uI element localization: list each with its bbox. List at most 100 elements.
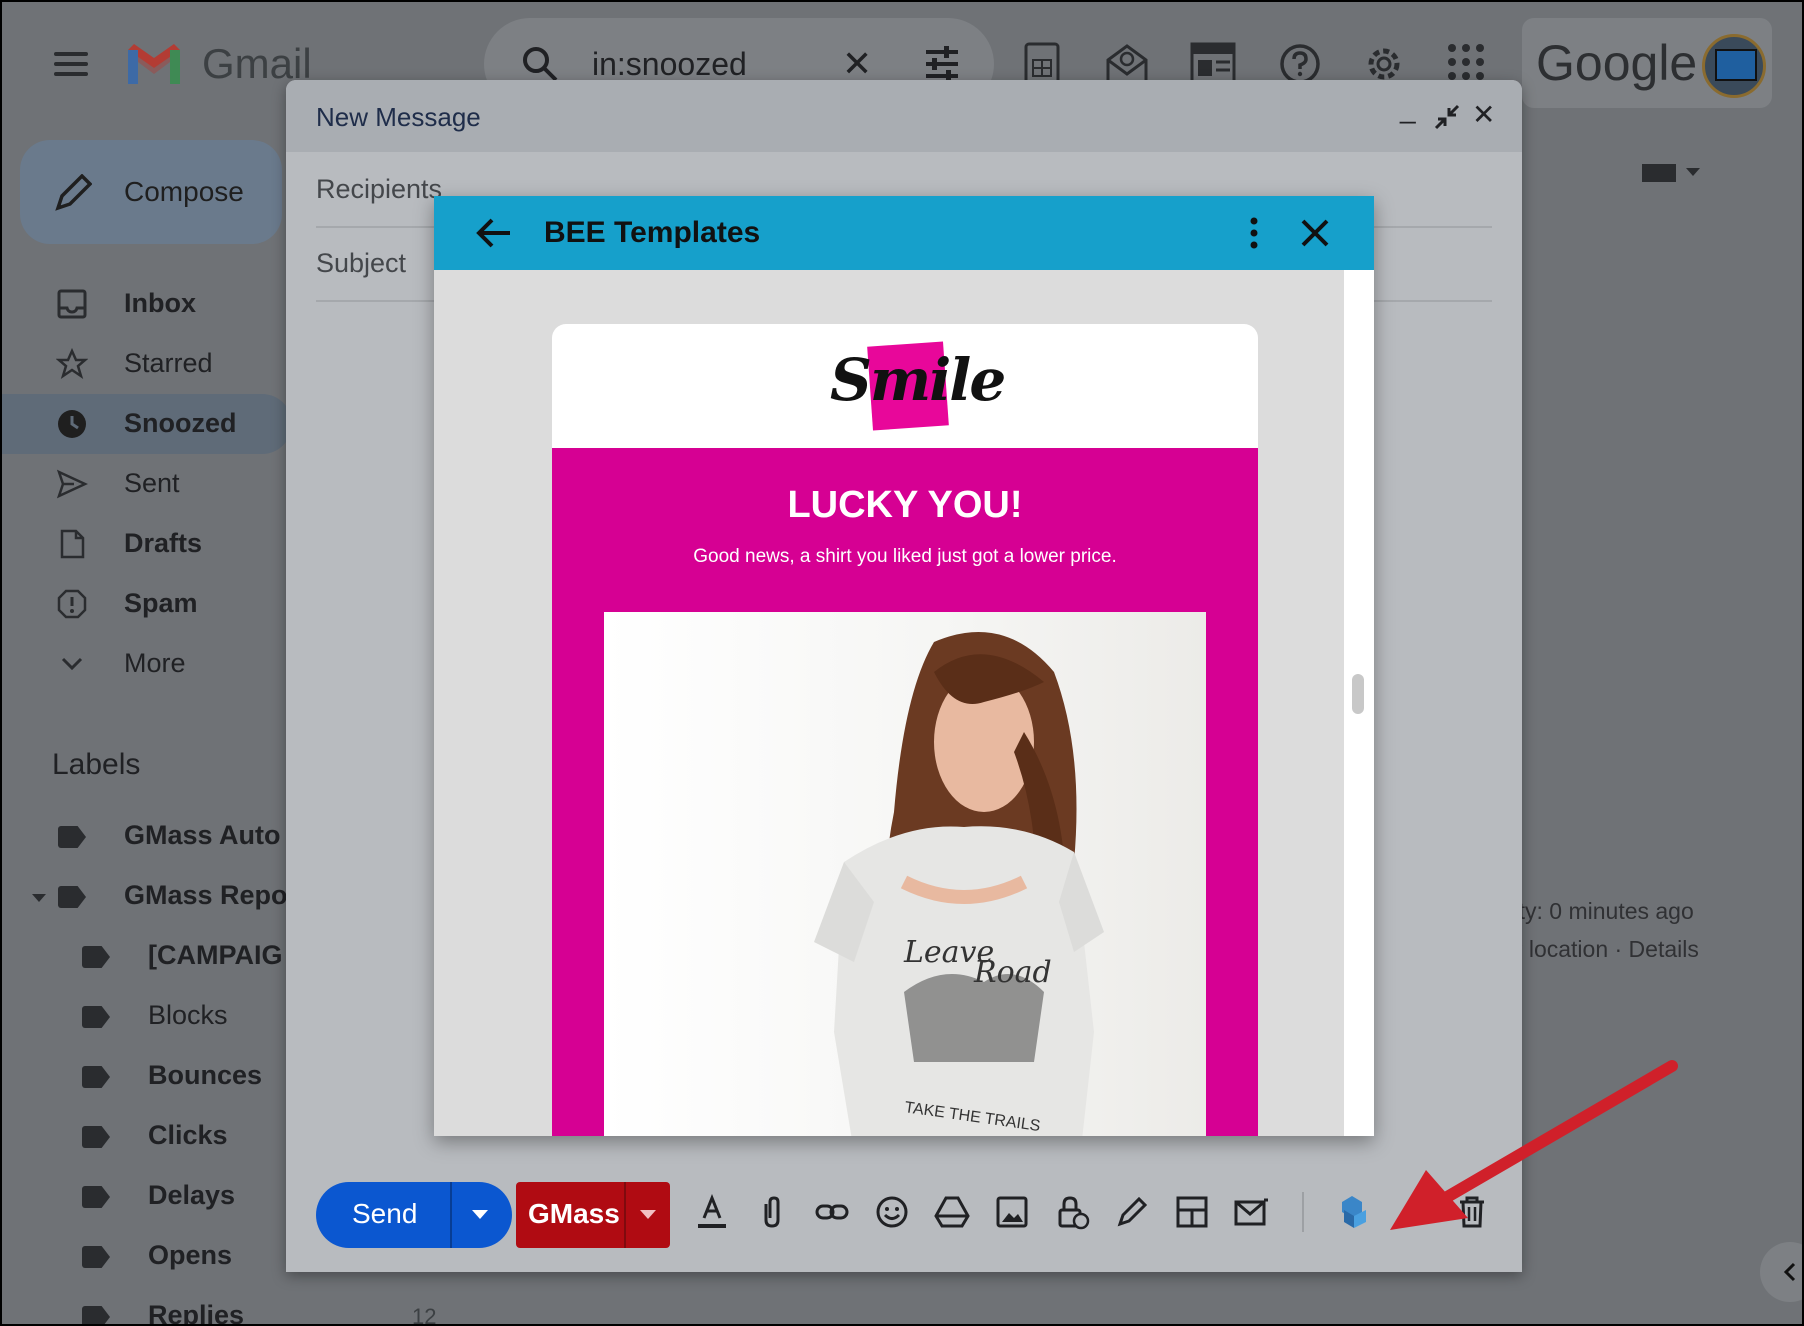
drive-icon[interactable] — [934, 1194, 970, 1230]
woman-tshirt-illustration: Leave Road TAKE THE TRAILS — [814, 632, 1104, 1136]
sidebar-item-inbox[interactable]: Inbox — [2, 274, 292, 334]
label-item[interactable]: [CAMPAIG — [2, 934, 292, 984]
label-item[interactable]: GMass Repo — [2, 874, 292, 924]
clear-search-icon[interactable]: ✕ — [842, 46, 872, 82]
label-item[interactable]: GMass Auto — [2, 814, 292, 864]
send-label: Send — [352, 1198, 418, 1229]
file-icon — [60, 529, 85, 559]
annotation-arrow-icon — [1390, 1060, 1678, 1230]
main-menu-icon[interactable] — [54, 52, 88, 76]
gmass-divider — [624, 1182, 626, 1248]
bee-templates-icon[interactable] — [1334, 1194, 1370, 1230]
svg-text:Road: Road — [973, 955, 1052, 990]
minimize-icon[interactable]: _ — [1400, 94, 1416, 124]
promo-section: LUCKY YOU! Good news, a shirt you liked … — [552, 448, 1258, 1136]
google-wordmark: Google — [1536, 35, 1698, 91]
sidebar-item-sent[interactable]: Sent — [2, 454, 292, 514]
label-item[interactable]: Clicks — [2, 1114, 292, 1164]
exit-fullscreen-icon[interactable] — [1434, 104, 1460, 130]
label-text: Bounces — [148, 1060, 263, 1090]
gmass-label: GMass — [528, 1198, 620, 1229]
replies-count: 12 — [412, 1304, 437, 1326]
label-icon — [58, 886, 86, 908]
scrollbar[interactable] — [1344, 270, 1374, 1136]
label-item[interactable]: Bounces — [2, 1054, 292, 1104]
keyboard-icon[interactable] — [1642, 160, 1702, 184]
email-template-card[interactable]: Smile LUCKY YOU! Good news, a shirt you … — [552, 324, 1258, 1136]
label-text: [CAMPAIG — [148, 940, 283, 970]
layout-icon[interactable] — [1174, 1194, 1210, 1230]
label-text: Delays — [148, 1180, 236, 1210]
bee-title: BEE Templates — [544, 216, 761, 249]
labels-heading: Labels — [52, 748, 141, 781]
label-item[interactable]: Opens — [2, 1234, 292, 1284]
promo-headline: LUCKY YOU! — [787, 484, 1023, 526]
chevron-down-icon — [61, 657, 83, 671]
label-item[interactable]: Blocks — [2, 994, 292, 1044]
formatting-icon[interactable] — [694, 1194, 730, 1230]
template-mail-icon[interactable] — [1234, 1194, 1270, 1230]
label-item[interactable]: Delays — [2, 1174, 292, 1224]
search-input[interactable]: in:snoozed — [592, 46, 747, 83]
search-options-icon[interactable] — [922, 46, 962, 82]
toolbar-separator — [1302, 1192, 1304, 1232]
star-icon — [56, 348, 88, 379]
label-icon — [82, 1006, 110, 1028]
subject-label: Subject — [316, 248, 407, 278]
sidebar-item-label: Spam — [124, 588, 198, 618]
template-preview-area[interactable]: Smile LUCKY YOU! Good news, a shirt you … — [434, 270, 1344, 1136]
send-options-icon[interactable] — [472, 1210, 488, 1219]
label-text: GMass Repo — [124, 880, 288, 910]
sidebar-item-label: Drafts — [124, 528, 203, 558]
image-icon[interactable] — [994, 1194, 1030, 1230]
sidebar-item-label: Inbox — [124, 288, 196, 318]
link-icon[interactable] — [814, 1194, 850, 1230]
inbox-icon — [57, 289, 87, 319]
label-icon — [82, 1066, 110, 1088]
label-icon — [82, 1306, 110, 1324]
compose-title: New Message — [316, 102, 481, 132]
sidebar-item-more[interactable]: More — [2, 634, 292, 694]
template-logo: Smile — [830, 346, 1006, 414]
location-details-text: er location · Details — [1502, 936, 1699, 962]
chevron-left-icon — [1783, 1262, 1796, 1282]
sidebar-item-spam[interactable]: Spam — [2, 574, 292, 634]
back-arrow-icon[interactable] — [476, 216, 512, 250]
send-divider — [450, 1182, 452, 1248]
label-icon — [82, 946, 110, 968]
close-icon[interactable] — [1300, 218, 1330, 248]
signature-pen-icon[interactable] — [1114, 1194, 1150, 1230]
promo-subline: Good news, a shirt you liked just got a … — [693, 546, 1117, 567]
sidebar-item-label: Snoozed — [124, 408, 237, 438]
avatar[interactable] — [1702, 34, 1766, 98]
expand-arrow-icon[interactable] — [32, 894, 46, 902]
apps-grid-icon[interactable] — [1446, 42, 1486, 82]
label-text: GMass Auto — [124, 820, 281, 850]
label-text: Replies — [148, 1300, 245, 1326]
sidebar-item-label: Sent — [124, 468, 180, 498]
confidential-mode-icon[interactable] — [1054, 1194, 1090, 1230]
gmail-logo-icon — [128, 44, 180, 84]
label-text: Clicks — [148, 1120, 228, 1150]
label-icon — [82, 1126, 110, 1148]
send-icon — [56, 469, 88, 499]
close-icon[interactable]: ✕ — [1472, 100, 1495, 130]
label-icon — [82, 1246, 110, 1268]
sidebar-item-snoozed[interactable]: Snoozed — [2, 394, 292, 454]
sidebar-item-label: More — [124, 648, 186, 678]
label-icon — [82, 1186, 110, 1208]
gmass-options-icon[interactable] — [640, 1210, 656, 1219]
last-activity-text: vity: 0 minutes ago — [1502, 898, 1694, 924]
sidebar-item-drafts[interactable]: Drafts — [2, 514, 292, 574]
product-photo: Leave Road TAKE THE TRAILS — [604, 612, 1206, 1136]
sidebar-item-starred[interactable]: Starred — [2, 334, 292, 394]
search-icon[interactable] — [520, 44, 560, 84]
template-logo-area: Smile — [552, 324, 1258, 448]
scrollbar-thumb[interactable] — [1352, 674, 1364, 714]
kebab-menu-icon[interactable] — [1246, 216, 1262, 250]
recipients-label: Recipients — [316, 174, 443, 204]
emoji-icon[interactable] — [874, 1194, 910, 1230]
bee-templates-modal: BEE Templates Smile LUCKY YOU! Good news… — [434, 196, 1374, 1136]
attach-icon[interactable] — [754, 1194, 790, 1230]
label-item[interactable]: Replies — [2, 1294, 292, 1326]
